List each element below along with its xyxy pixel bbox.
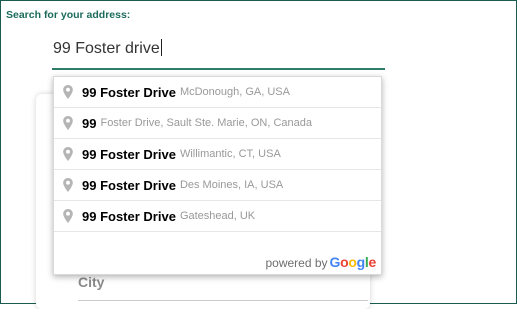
google-logo-letter: G (329, 254, 341, 270)
google-logo-letter: o (348, 254, 357, 270)
map-pin-icon (63, 116, 73, 130)
suggestion-main-text: 99 Foster Drive (82, 208, 176, 224)
autocomplete-dropdown: 99 Foster Drive McDonough, GA, USA 99 Fo… (53, 76, 382, 275)
suggestion-item[interactable]: 99 Foster Drive Gateshead, UK (54, 201, 381, 232)
google-logo: Google (329, 254, 377, 270)
text-caret (160, 39, 162, 56)
suggestion-secondary-text: Willimantic, CT, USA (179, 148, 281, 160)
city-label: City (78, 274, 105, 290)
google-logo-letter: e (368, 254, 377, 270)
powered-by-google: powered by Google (265, 254, 376, 270)
map-pin-icon (63, 178, 73, 192)
map-pin-icon (63, 147, 73, 161)
map-pin-icon (63, 85, 73, 99)
powered-by-text: powered by (265, 256, 328, 270)
suggestion-secondary-text: Des Moines, IA, USA (179, 179, 284, 191)
suggestion-main-text: 99 Foster Drive (82, 177, 176, 193)
suggestion-item[interactable]: 99 Foster Drive Des Moines, IA, USA (54, 170, 381, 201)
suggestion-secondary-text: Gateshead, UK (179, 210, 256, 222)
suggestion-item[interactable]: 99 Foster Drive McDonough, GA, USA (54, 77, 381, 108)
map-pin-icon (63, 209, 73, 223)
suggestion-main-text: 99 Foster Drive (82, 84, 176, 100)
search-label: Search for your address: (6, 9, 131, 21)
suggestion-main-text: 99 Foster Drive (82, 146, 176, 162)
suggestion-item[interactable]: 99 Foster Drive, Sault Ste. Marie, ON, C… (54, 108, 381, 139)
suggestion-secondary-text: Foster Drive, Sault Ste. Marie, ON, Cana… (100, 117, 312, 129)
suggestion-item[interactable]: 99 Foster Drive Willimantic, CT, USA (54, 139, 381, 170)
suggestion-secondary-text: McDonough, GA, USA (179, 86, 290, 98)
address-search-value: 99 Foster drive (53, 40, 160, 57)
city-field-underline[interactable] (78, 300, 368, 301)
google-logo-letter: g (356, 254, 366, 270)
address-search-input[interactable]: 99 Foster drive (52, 28, 385, 70)
suggestion-main-text: 99 (82, 115, 97, 131)
